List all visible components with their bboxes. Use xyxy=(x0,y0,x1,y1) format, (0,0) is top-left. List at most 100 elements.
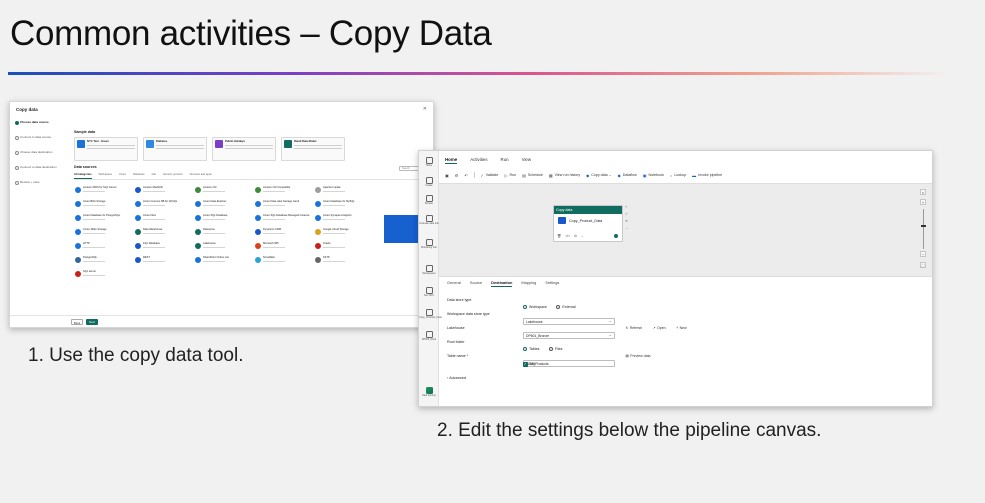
data-source-item[interactable]: Lakehouse xyxy=(194,242,252,253)
fit-to-screen-icon[interactable]: ⛶ xyxy=(920,262,926,268)
zoom-in-icon[interactable]: + xyxy=(920,199,926,205)
wizard-step[interactable]: Review + save xyxy=(14,180,62,195)
data-source-item[interactable]: PostgreSQL xyxy=(74,256,132,267)
source-category-tab[interactable]: Workspace xyxy=(99,173,112,179)
rail-item[interactable]: Dev SKU xyxy=(419,287,439,298)
edit-checkbox[interactable]: ✓ Edit xyxy=(523,362,535,367)
data-source-item[interactable]: KQL Database xyxy=(134,242,192,253)
toolbar-button[interactable]: ○ Lookup xyxy=(670,173,686,178)
data-source-item[interactable]: Azure SQL Database xyxy=(194,214,252,225)
save-icon[interactable]: ▣ xyxy=(445,173,449,178)
pipeline-canvas[interactable]: Copy data Copy_Product_Data 🗑 </> ⧉ → + … xyxy=(439,183,932,277)
settings-tab[interactable]: Mapping xyxy=(521,280,536,287)
toolbar-button[interactable]: ✓ Validate xyxy=(480,173,498,178)
data-source-item[interactable]: Azure Database for PostgreSQL xyxy=(74,214,132,225)
data-source-item[interactable]: Amazon S3 Compatible xyxy=(254,186,312,197)
source-category-tab[interactable]: Generic protocol xyxy=(163,173,183,179)
data-source-item[interactable]: Azure Synapse Analytics xyxy=(314,214,372,225)
menu-tab[interactable]: Home xyxy=(445,157,458,164)
files-radio[interactable]: Files xyxy=(548,347,562,351)
data-source-item[interactable]: HTTP xyxy=(74,242,132,253)
data-source-item[interactable]: Azure Data Explorer xyxy=(194,200,252,211)
settings-icon[interactable]: ⚙ xyxy=(455,173,459,178)
arrow-icon[interactable]: → xyxy=(581,234,584,238)
menu-tab[interactable]: View xyxy=(522,157,531,164)
close-icon[interactable]: ✕ xyxy=(423,106,427,112)
code-icon[interactable]: </> xyxy=(565,234,570,238)
menu-tab[interactable]: Run xyxy=(501,157,509,164)
settings-tab[interactable]: Source xyxy=(470,280,482,287)
toolbar-button[interactable]: ▦ View run history xyxy=(549,173,580,178)
wizard-step[interactable]: Connect to data destination xyxy=(14,165,62,180)
data-source-item[interactable]: SFTP xyxy=(314,256,372,267)
source-category-tab[interactable]: Services and apps xyxy=(190,173,212,179)
data-source-item[interactable]: Amazon Redshift xyxy=(134,186,192,197)
data-source-item[interactable]: Oracle xyxy=(314,242,372,253)
next-button[interactable]: Next xyxy=(86,319,98,325)
new-button[interactable]: + New xyxy=(676,326,687,330)
data-source-item[interactable]: Amazon RDS for SQL Server xyxy=(74,186,132,197)
rail-item[interactable]: Copy_Products_Data xyxy=(419,309,442,320)
data-source-item[interactable]: Dataverse xyxy=(194,228,252,239)
data-source-item[interactable]: SharePoint Online List xyxy=(194,256,252,267)
delete-icon[interactable]: 🗑 xyxy=(557,234,561,238)
zoom-out-icon[interactable]: − xyxy=(920,251,926,257)
arrow-connector-icon[interactable]: → xyxy=(625,226,629,230)
external-radio[interactable]: External xyxy=(556,305,576,309)
tables-radio[interactable]: Tables xyxy=(523,347,539,351)
wizard-step[interactable]: Choose data destination xyxy=(14,150,62,165)
data-source-item[interactable]: Dynamics CRM xyxy=(254,228,312,239)
data-source-item[interactable]: REST xyxy=(134,256,192,267)
toolbar-button[interactable]: ◆ Copy data ⌄ xyxy=(586,173,611,178)
toolbar-button[interactable]: ▣ Notebook xyxy=(643,173,664,178)
data-source-item[interactable]: Data Warehouse xyxy=(134,228,192,239)
sample-data-card[interactable]: Public Holidays xyxy=(212,137,276,161)
settings-tab[interactable]: General xyxy=(447,280,461,287)
sample-data-card[interactable]: Diabetes xyxy=(143,137,207,161)
source-category-tab[interactable]: File xyxy=(152,173,156,179)
undo-icon[interactable]: ↶ xyxy=(464,173,467,178)
data-source-item[interactable]: Microsoft 365 xyxy=(254,242,312,253)
menu-tab[interactable]: Activities xyxy=(470,157,487,164)
sample-data-card[interactable]: NYC Taxi - Green xyxy=(74,137,138,161)
data-source-item[interactable]: Amazon S3 xyxy=(194,186,252,197)
rail-item[interactable]: Browse xyxy=(419,195,439,206)
refresh-button[interactable]: ↻ Refresh xyxy=(625,326,642,330)
rail-item[interactable]: OneLake data hub xyxy=(419,215,439,226)
x-connector-icon[interactable]: ✕ xyxy=(625,219,629,223)
source-category-tab[interactable]: All categories xyxy=(74,173,92,179)
toolbar-button[interactable]: ▬ Invoke pipeline xyxy=(692,173,722,178)
zoom-slider-knob[interactable] xyxy=(920,225,926,227)
copy-icon[interactable]: ⧉ xyxy=(574,234,576,238)
zoom-slider[interactable] xyxy=(922,209,924,249)
open-button[interactable]: ↗ Open xyxy=(653,326,666,330)
data-source-item[interactable]: Azure Table Storage xyxy=(74,228,132,239)
settings-tab[interactable]: Destination xyxy=(491,280,513,287)
data-source-item[interactable]: Azure SQL Database Managed Instance xyxy=(254,214,312,225)
rail-item[interactable]: Create xyxy=(419,177,439,188)
plus-icon[interactable]: + xyxy=(625,205,629,209)
preview-data-button[interactable]: ▤ Preview data xyxy=(625,354,650,358)
data-source-item[interactable]: Azure Data Lake Storage Gen2 xyxy=(254,200,312,211)
wizard-step[interactable]: Connect to data source xyxy=(14,135,62,150)
data-source-item[interactable]: Azure Files xyxy=(134,214,192,225)
rail-item[interactable]: Home xyxy=(419,157,439,168)
rail-item[interactable]: Workspaces xyxy=(419,265,439,276)
toolbar-button[interactable]: ◆ Dataflow xyxy=(618,173,637,178)
workspace-radio[interactable]: Workspace xyxy=(523,305,547,309)
data-source-item[interactable]: Apache Impala xyxy=(314,186,372,197)
settings-tab[interactable]: Settings xyxy=(545,280,559,287)
rail-item[interactable]: Data Factory xyxy=(419,387,439,398)
sample-data-card[interactable]: Retail Data Model xyxy=(281,137,345,161)
table-name-input[interactable]: WWI_Products xyxy=(523,359,615,367)
toolbar-button[interactable]: ▤ Schedule xyxy=(522,173,543,178)
wizard-step[interactable]: Choose data source xyxy=(14,120,62,135)
source-category-tab[interactable]: Azure xyxy=(119,173,126,179)
data-source-item[interactable]: Azure Blob Storage xyxy=(74,200,132,211)
data-source-item[interactable]: SQL server xyxy=(74,270,132,281)
search-icon[interactable]: ⌕ xyxy=(920,189,926,195)
advanced-expander[interactable]: › Advanced xyxy=(447,376,466,380)
rail-item[interactable]: DP600_Work xyxy=(419,331,439,342)
back-button[interactable]: Back xyxy=(71,319,83,325)
data-source-item[interactable]: Azure Database for MySQL xyxy=(314,200,372,211)
